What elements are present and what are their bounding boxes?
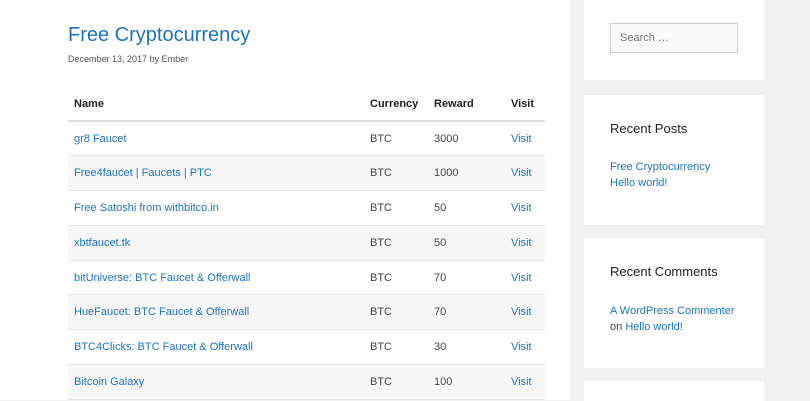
recent-comments-title: Recent Comments bbox=[610, 264, 718, 279]
recent-post-link[interactable]: Hello world! bbox=[610, 175, 710, 191]
header-name: Name bbox=[68, 87, 364, 122]
recent-comment-item: A WordPress Commenter on Hello world! bbox=[610, 303, 740, 335]
main-content: Free Cryptocurrency December 13, 2017 by… bbox=[0, 0, 570, 400]
faucet-name-link[interactable]: xbtfaucet.tk bbox=[74, 237, 130, 249]
faucet-name-link[interactable]: Bitcoin Galaxy bbox=[74, 376, 144, 388]
visit-link[interactable]: Visit bbox=[511, 341, 532, 353]
table-row: xbtfaucet.tk BTC 50 Visit bbox=[68, 225, 545, 261]
search-widget bbox=[584, 0, 764, 80]
faucet-name-link[interactable]: bitUniverse: BTC Faucet & Offerwall bbox=[74, 272, 250, 284]
reward-cell: 30 bbox=[428, 329, 505, 366]
recent-comments-widget: Recent Comments A WordPress Commenter on… bbox=[584, 238, 764, 368]
currency-cell: BTC bbox=[364, 121, 428, 157]
recent-posts-title: Recent Posts bbox=[610, 121, 688, 136]
comment-on-label: on bbox=[610, 321, 623, 333]
visit-link[interactable]: Visit bbox=[511, 237, 532, 249]
reward-cell: 100 bbox=[428, 364, 505, 400]
next-widget bbox=[584, 381, 764, 401]
faucet-table: Name Currency Reward Visit gr8 Faucet BT… bbox=[68, 87, 545, 400]
visit-link[interactable]: Visit bbox=[511, 133, 532, 145]
faucet-name-link[interactable]: HueFaucet: BTC Faucet & Offerwall bbox=[74, 306, 249, 318]
post-date[interactable]: December 13, 2017 bbox=[68, 54, 147, 64]
currency-cell: BTC bbox=[364, 294, 428, 331]
visit-link[interactable]: Visit bbox=[511, 167, 532, 179]
visit-link[interactable]: Visit bbox=[511, 272, 532, 284]
table-row: Free4faucet | Faucets | PTC BTC 1000 Vis… bbox=[68, 155, 545, 192]
recent-posts-widget: Recent Posts Free Cryptocurrency Hello w… bbox=[584, 95, 764, 225]
comment-author-link[interactable]: A WordPress Commenter bbox=[610, 305, 735, 317]
table-row: bitUniverse: BTC Faucet & Offerwall BTC … bbox=[68, 260, 545, 296]
reward-cell: 70 bbox=[428, 260, 505, 296]
header-currency: Currency bbox=[364, 87, 428, 122]
currency-cell: BTC bbox=[364, 155, 428, 192]
post-title[interactable]: Free Cryptocurrency bbox=[68, 22, 250, 48]
faucet-name-link[interactable]: Free4faucet | Faucets | PTC bbox=[74, 167, 212, 179]
post-author[interactable]: Ember bbox=[162, 54, 189, 64]
search-input[interactable] bbox=[610, 23, 738, 53]
visit-link[interactable]: Visit bbox=[511, 306, 532, 318]
recent-posts-list: Free Cryptocurrency Hello world! bbox=[610, 159, 710, 191]
faucet-name-link[interactable]: Free Satoshi from withbitco.in bbox=[74, 202, 219, 214]
post-meta: December 13, 2017 by Ember bbox=[68, 53, 188, 65]
table-row: Free Satoshi from withbitco.in BTC 50 Vi… bbox=[68, 190, 545, 226]
faucet-name-link[interactable]: BTC4Clicks: BTC Faucet & Offerwall bbox=[74, 341, 253, 353]
recent-post-link[interactable]: Free Cryptocurrency bbox=[610, 159, 710, 175]
currency-cell: BTC bbox=[364, 225, 428, 261]
visit-link[interactable]: Visit bbox=[511, 202, 532, 214]
comment-post-link[interactable]: Hello world! bbox=[625, 321, 682, 333]
reward-cell: 3000 bbox=[428, 121, 505, 157]
reward-cell: 70 bbox=[428, 294, 505, 331]
currency-cell: BTC bbox=[364, 329, 428, 366]
post-by-label: by bbox=[149, 54, 160, 64]
reward-cell: 50 bbox=[428, 190, 505, 226]
faucet-name-link[interactable]: gr8 Faucet bbox=[74, 133, 127, 145]
header-visit: Visit bbox=[505, 87, 545, 122]
header-reward: Reward bbox=[428, 87, 505, 122]
table-row: gr8 Faucet BTC 3000 Visit bbox=[68, 121, 545, 157]
reward-cell: 50 bbox=[428, 225, 505, 261]
table-row: BTC4Clicks: BTC Faucet & Offerwall BTC 3… bbox=[68, 329, 545, 366]
currency-cell: BTC bbox=[364, 364, 428, 400]
visit-link[interactable]: Visit bbox=[511, 376, 532, 388]
table-header-row: Name Currency Reward Visit bbox=[68, 87, 545, 122]
table-row: HueFaucet: BTC Faucet & Offerwall BTC 70… bbox=[68, 294, 545, 331]
currency-cell: BTC bbox=[364, 190, 428, 226]
currency-cell: BTC bbox=[364, 260, 428, 296]
table-row: Bitcoin Galaxy BTC 100 Visit bbox=[68, 364, 545, 400]
reward-cell: 1000 bbox=[428, 155, 505, 192]
